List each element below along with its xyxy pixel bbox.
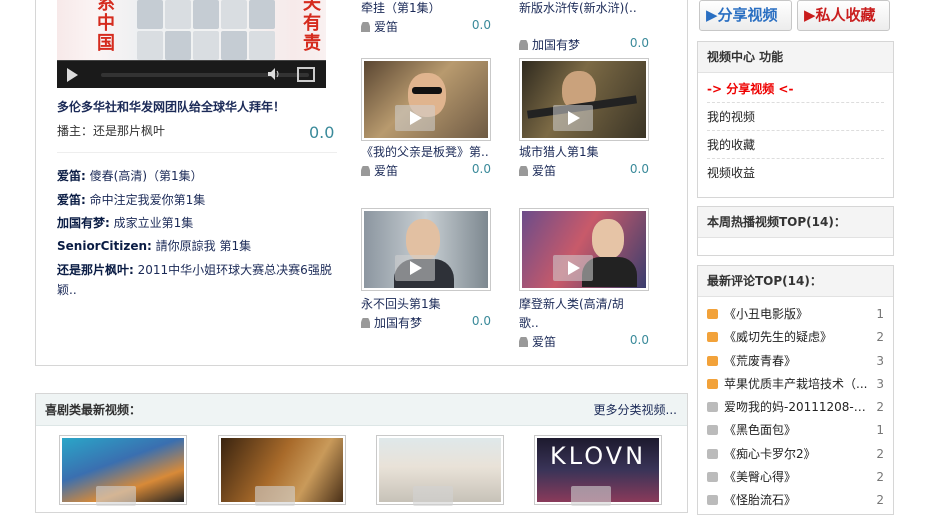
play-icon[interactable]	[67, 68, 78, 82]
category-title: 喜剧类最新视频：	[45, 403, 142, 417]
video-meta: 爱笛 0.0	[361, 162, 491, 180]
user-icon	[519, 166, 528, 176]
func-share-video[interactable]: -> 分享视频 <-	[707, 75, 884, 103]
share-video-button[interactable]: ▶分享视频	[699, 0, 792, 31]
more-categories-link[interactable]: 更多分类视频...	[594, 394, 677, 426]
video-icon	[707, 448, 718, 459]
video-icon	[707, 378, 718, 389]
video-title[interactable]: 摩登新人类(高清/胡歌..	[519, 295, 637, 333]
video-icon	[707, 425, 718, 436]
video-center-panel: 视频中心 功能 -> 分享视频 <- 我的视频 我的收藏 视频收益	[697, 41, 894, 198]
panel-title: 视频中心 功能	[698, 42, 893, 73]
video-card[interactable]: 摩登新人类(高清/胡歌.. 爱笛 0.0	[519, 208, 649, 351]
user-icon	[361, 166, 370, 176]
video-title[interactable]: 永不回头第1集	[361, 295, 491, 314]
featured-video-title[interactable]: 多伦多华社和华发网团队给全球华人拜年！	[57, 98, 285, 115]
video-card[interactable]: 《我的父亲是板凳》第.. 爱笛 0.0	[361, 58, 491, 180]
fullscreen-icon[interactable]	[297, 67, 315, 82]
comment-item[interactable]: 爱笛: 傻春(高清)（第1集）	[57, 166, 342, 186]
video-card[interactable]: 新版水浒传(新水浒)(.. 加国有梦 0.0	[519, 0, 649, 54]
latest-comments-panel: 最新评论TOP(14)： 《小丑电影版》 1 《威切先生的疑虑》 2 《荒废青春》 3…	[697, 265, 894, 515]
video-icon	[707, 309, 718, 319]
video-meta: 加国有梦 0.0	[519, 36, 649, 54]
thumb-text-left: 系中国	[97, 0, 115, 54]
volume-icon[interactable]	[267, 67, 281, 81]
featured-video-thumbnail[interactable]: 系中国 夫有责	[57, 0, 326, 60]
video-icon	[707, 472, 718, 483]
video-card[interactable]: 永不回头第1集 加国有梦 0.0	[361, 208, 491, 332]
comment-item[interactable]: 还是那片枫叶: 2011中华小姐环球大赛总决赛6强脱颖..	[57, 260, 342, 300]
video-icon	[707, 495, 718, 506]
thumb-text-right: 夫有责	[303, 0, 321, 54]
video-meta: 爱笛 0.0	[519, 333, 649, 351]
video-player-controls	[57, 60, 326, 88]
divider	[57, 152, 337, 153]
rank-item[interactable]: 《荒废青春》 3	[698, 350, 893, 373]
video-thumbnail[interactable]	[361, 208, 491, 291]
rank-item[interactable]: 《美臀心得》 2	[698, 466, 893, 489]
comedy-video-thumbnail[interactable]	[59, 435, 187, 506]
user-icon	[519, 337, 528, 347]
panel-title: 本周热播视频TOP(14)：	[698, 207, 893, 238]
video-card[interactable]: 城市猎人第1集 爱笛 0.0	[519, 58, 649, 180]
rank-item[interactable]: 《小丑电影版》 1	[698, 303, 893, 326]
featured-score: 0.0	[309, 123, 335, 142]
rank-item[interactable]: 《黑色面包》 1	[698, 419, 893, 442]
video-icon	[707, 332, 718, 343]
video-title[interactable]: 城市猎人第1集	[519, 143, 649, 162]
rank-item[interactable]: 《怪胎流石》 2	[698, 489, 893, 512]
video-meta: 加国有梦 0.0	[361, 314, 491, 332]
user-icon	[519, 40, 528, 50]
rank-item[interactable]: 爱吻我的妈-20111208-性... 2	[698, 396, 893, 419]
private-collect-button[interactable]: ▶私人收藏	[797, 0, 890, 31]
weekly-hot-panel: 本周热播视频TOP(14)：	[697, 206, 894, 256]
comedy-video-thumbnail[interactable]	[376, 435, 504, 506]
func-my-collection[interactable]: 我的收藏	[707, 131, 884, 159]
func-video-earnings[interactable]: 视频收益	[707, 159, 884, 187]
comedy-video-thumbnail[interactable]	[218, 435, 346, 506]
user-icon	[361, 318, 370, 328]
video-title[interactable]: 新版水浒传(新水浒)(..	[519, 0, 647, 18]
thumb-portrait-grid	[137, 0, 275, 60]
comedy-video-thumbnail[interactable]: KLOVN	[534, 435, 662, 506]
video-title[interactable]: 《我的父亲是板凳》第..	[361, 143, 491, 162]
comment-item[interactable]: SeniorCitizen: 請你原諒我 第1集	[57, 236, 342, 256]
featured-uploader: 播主：还是那片枫叶	[57, 124, 166, 138]
video-meta: 爱笛 0.0	[361, 18, 491, 36]
user-icon	[361, 22, 370, 32]
rank-item[interactable]: 苹果优质丰产栽培技术（... 3	[698, 373, 893, 396]
video-thumbnail[interactable]	[519, 58, 649, 141]
video-thumbnail[interactable]	[519, 208, 649, 291]
comment-item[interactable]: 加国有梦: 成家立业第1集	[57, 213, 342, 233]
video-icon	[707, 355, 718, 366]
video-title[interactable]: 牵挂（第1集）	[361, 0, 491, 18]
video-icon	[707, 402, 718, 413]
comment-item[interactable]: 爱笛: 命中注定我爱你第1集	[57, 190, 342, 210]
video-thumbnail[interactable]	[361, 58, 491, 141]
func-my-videos[interactable]: 我的视频	[707, 103, 884, 131]
rank-item[interactable]: 《痴心卡罗尔2》 2	[698, 443, 893, 466]
panel-title: 最新评论TOP(14)：	[698, 266, 893, 297]
video-card[interactable]: 牵挂（第1集） 爱笛 0.0	[361, 0, 491, 36]
rank-item[interactable]: 《威切先生的疑虑》 2	[698, 326, 893, 349]
video-meta: 爱笛 0.0	[519, 162, 649, 180]
